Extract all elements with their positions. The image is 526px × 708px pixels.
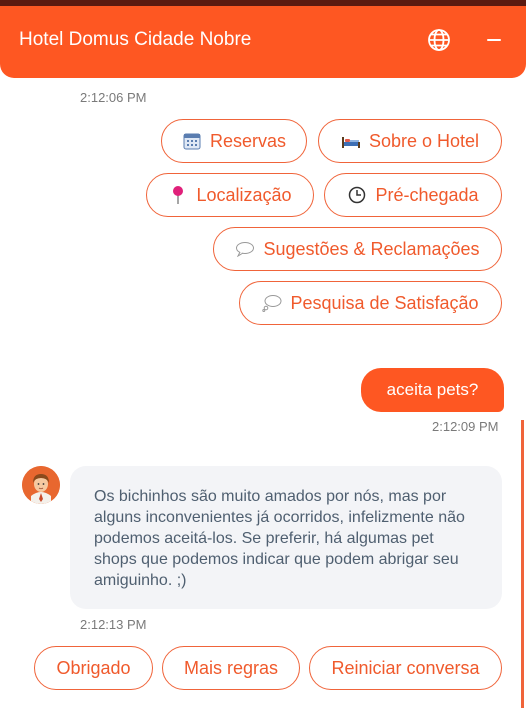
bot-message-bubble: Os bichinhos são muito amados por nós, m… (70, 466, 502, 609)
pesquisa-satisfacao-button[interactable]: Pesquisa de Satisfação (239, 281, 502, 325)
localizacao-label: Localização (196, 184, 292, 205)
pesquisa-satisfacao-label: Pesquisa de Satisfação (290, 292, 479, 313)
pre-chegada-button[interactable]: Pré-chegada (324, 173, 502, 217)
sobre-o-hotel-label: Sobre o Hotel (368, 130, 480, 151)
reiniciar-conversa-button[interactable]: Reiniciar conversa (309, 646, 502, 690)
menu-timestamp: 2:12:06 PM (80, 90, 147, 105)
reservas-label: Reservas (209, 130, 287, 151)
bot-message-text: Os bichinhos são muito amados por nós, m… (94, 488, 465, 589)
scrollbar[interactable] (521, 420, 524, 708)
minimize-icon[interactable] (482, 28, 506, 52)
bed-icon (341, 131, 361, 151)
mais-regras-button[interactable]: Mais regras (162, 646, 300, 690)
sugestoes-reclamacoes-button[interactable]: Sugestões & Reclamações (213, 227, 502, 271)
obrigado-button[interactable]: Obrigado (34, 646, 153, 690)
reservas-button[interactable]: Reservas (161, 119, 307, 163)
localizacao-button[interactable]: Localização (146, 173, 314, 217)
pin-icon (168, 185, 188, 205)
user-message-bubble: aceita pets? (361, 368, 504, 412)
thought-bubble-icon (262, 293, 282, 313)
globe-icon[interactable] (427, 28, 451, 52)
user-timestamp: 2:12:09 PM (432, 419, 499, 434)
chat-header: Hotel Domus Cidade Nobre (0, 6, 526, 78)
obrigado-label: Obrigado (56, 657, 131, 678)
clock-icon (347, 185, 367, 205)
user-message-text: aceita pets? (386, 380, 479, 399)
hotel-title: Hotel Domus Cidade Nobre (19, 29, 252, 50)
speech-bubble-icon (235, 239, 255, 259)
bot-timestamp: 2:12:13 PM (80, 617, 147, 632)
pre-chegada-label: Pré-chegada (375, 184, 479, 205)
calendar-icon (182, 131, 202, 151)
sugestoes-reclamacoes-label: Sugestões & Reclamações (263, 238, 480, 259)
sobre-o-hotel-button[interactable]: Sobre o Hotel (318, 119, 502, 163)
reiniciar-conversa-label: Reiniciar conversa (331, 657, 480, 678)
bot-avatar (22, 466, 60, 504)
mais-regras-label: Mais regras (183, 657, 279, 678)
